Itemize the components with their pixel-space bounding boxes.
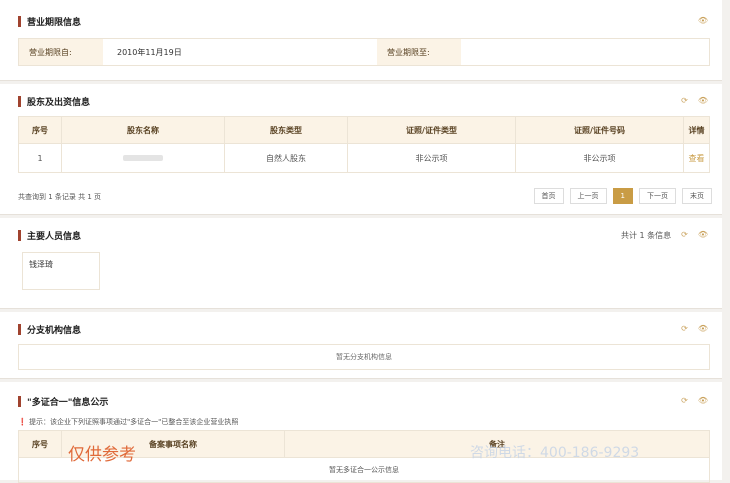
page-1-button[interactable]: 1 [612, 188, 633, 204]
eye-icon[interactable]: 👁 [698, 324, 708, 333]
prev-page-button[interactable]: 上一页 [569, 188, 607, 204]
business-period-heading: 营业期限信息 [18, 14, 81, 28]
eye-icon[interactable]: 👁 [698, 230, 708, 241]
refresh-icon[interactable]: ⟳ [681, 230, 688, 241]
col-header: 序号 [18, 430, 62, 458]
section-icons: 共计 1 条信息 ⟳ 👁 [621, 230, 708, 241]
col-header: 证照/证件类型 [347, 116, 516, 144]
reference-stamp: 仅供参考 [68, 445, 136, 465]
col-header: 序号 [18, 116, 62, 144]
cell-id-no: 非公示项 [515, 143, 684, 173]
eye-icon[interactable]: 👁 [698, 396, 708, 405]
business-period-row: 营业期限自: 2010年11月19日 营业期限至: [18, 38, 710, 66]
refresh-icon[interactable]: ⟳ [681, 324, 688, 333]
refresh-icon[interactable]: ⟳ [681, 396, 688, 405]
period-from-label: 营业期限自: [19, 39, 103, 65]
record-summary: 共查询到 1 条记录 共 1 页 [18, 193, 102, 201]
personnel-heading: 主要人员信息 [18, 228, 81, 242]
cell-name [61, 143, 225, 173]
branches-empty: 暂无分支机构信息 [18, 344, 710, 370]
branches-section: 分支机构信息 ⟳ 👁 暂无分支机构信息 [0, 312, 722, 379]
period-to-label: 营业期限至: [377, 39, 461, 65]
tip-text: ❗ 提示：该企业下列证照事项通过"多证合一"已整合至该企业营业执照 [18, 418, 239, 426]
next-page-button[interactable]: 下一页 [639, 188, 676, 204]
multi-cert-section: "多证合一"信息公示 ⟳ 👁 ❗ 提示：该企业下列证照事项通过"多证合一"已整合至… [0, 382, 722, 483]
first-page-button[interactable]: 首页 [533, 188, 564, 204]
cell-type: 自然人股东 [224, 143, 348, 173]
last-page-button[interactable]: 末页 [682, 188, 712, 204]
person-card[interactable]: 钱泽琦 [22, 252, 100, 290]
section-icons: ⟳ 👁 [681, 396, 708, 405]
section-icons: ⟳ 👁 [681, 96, 708, 105]
col-header: 股东类型 [224, 116, 348, 144]
business-period-section: 营业期限信息 👁 营业期限自: 2010年11月19日 营业期限至: [0, 0, 722, 81]
col-header: 详情 [683, 116, 710, 144]
refresh-icon[interactable]: ⟳ [681, 96, 688, 105]
cell-id-type: 非公示项 [347, 143, 516, 173]
view-detail-link[interactable]: 查看 [683, 143, 710, 173]
col-header: 证照/证件号码 [515, 116, 684, 144]
section-icons: ⟳ 👁 [681, 324, 708, 333]
personnel-count: 共计 1 条信息 [620, 231, 672, 240]
period-from-value: 2010年11月19日 [117, 47, 182, 57]
branches-heading: 分支机构信息 [18, 322, 81, 336]
personnel-section: 主要人员信息 共计 1 条信息 ⟳ 👁 钱泽琦 [0, 218, 722, 309]
cell-no: 1 [18, 143, 62, 173]
table-row: 1 自然人股东 非公示项 非公示项 查看 [18, 143, 710, 173]
table-header-row: 序号 股东名称 股东类型 证照/证件类型 证照/证件号码 详情 [18, 116, 710, 144]
shareholders-table: 序号 股东名称 股东类型 证照/证件类型 证照/证件号码 详情 1 自然人股东 … [18, 116, 710, 173]
phone-watermark: 咨询电话：400-186-9293 [470, 445, 640, 461]
eye-icon[interactable]: 👁 [698, 16, 708, 25]
info-icon: ❗ [18, 418, 27, 426]
shareholders-heading: 股东及出资信息 [18, 94, 90, 108]
col-header: 股东名称 [61, 116, 225, 144]
eye-icon[interactable]: 👁 [698, 96, 708, 105]
multi-cert-heading: "多证合一"信息公示 [18, 394, 108, 408]
pagination: 首页 上一页 1 下一页 末页 [533, 188, 712, 204]
section-icons: 👁 [698, 16, 708, 25]
